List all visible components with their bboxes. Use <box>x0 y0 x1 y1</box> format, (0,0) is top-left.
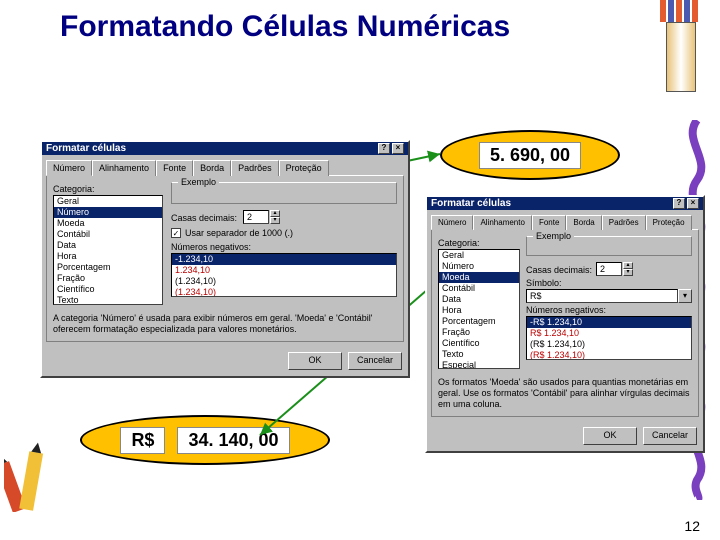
category-item[interactable]: Contábil <box>54 229 162 240</box>
label-categoria: Categoria: <box>438 238 520 248</box>
category-item[interactable]: Número <box>54 207 162 218</box>
group-exemplo: Exemplo <box>526 236 692 256</box>
dialog-title: Formatar células <box>431 198 511 209</box>
casas-decimais-input[interactable]: 2 <box>243 210 269 224</box>
category-item[interactable]: Científico <box>54 284 162 295</box>
cancel-button[interactable]: Cancelar <box>643 427 697 445</box>
neg-item[interactable]: (R$ 1.234,10) <box>527 350 691 360</box>
help-button[interactable]: ? <box>378 143 390 154</box>
neg-item[interactable]: (R$ 1.234,10) <box>527 339 691 350</box>
category-item[interactable]: Hora <box>439 305 519 316</box>
spin-down-icon[interactable]: ▾ <box>270 217 280 224</box>
tab-numero[interactable]: Número <box>431 215 473 230</box>
tab-protecao[interactable]: Proteção <box>279 160 329 176</box>
category-item[interactable]: Geral <box>439 250 519 261</box>
category-item[interactable]: Porcentagem <box>54 262 162 273</box>
label-simbolo: Símbolo: <box>526 278 692 288</box>
label-casasdec: Casas decimais: <box>171 213 237 223</box>
tab-borda[interactable]: Borda <box>193 160 231 176</box>
titlebar[interactable]: Formatar células ? × <box>42 142 408 155</box>
neg-item[interactable]: -1.234,10 <box>172 254 396 265</box>
category-item[interactable]: Texto <box>54 295 162 305</box>
category-item[interactable]: Fração <box>439 327 519 338</box>
close-button[interactable]: × <box>687 198 699 209</box>
page-title: Formatando Células Numéricas <box>60 10 510 44</box>
tab-padroes[interactable]: Padrões <box>231 160 279 176</box>
category-item[interactable]: Fração <box>54 273 162 284</box>
category-item[interactable]: Texto <box>439 349 519 360</box>
category-item[interactable]: Número <box>439 261 519 272</box>
checkbox-separador-label: Usar separador de 1000 (.) <box>185 228 293 238</box>
help-button[interactable]: ? <box>673 198 685 209</box>
tab-alinhamento[interactable]: Alinhamento <box>473 215 531 230</box>
category-item[interactable]: Data <box>54 240 162 251</box>
titlebar[interactable]: Formatar células ? × <box>427 197 703 210</box>
neg-item[interactable]: -R$ 1.234,10 <box>527 317 691 328</box>
tab-borda[interactable]: Borda <box>566 215 601 230</box>
crayons-top-icon <box>660 0 700 90</box>
category-list[interactable]: Geral Número Moeda Contábil Data Hora Po… <box>53 195 163 305</box>
callout-numero-value: 5. 690, 00 <box>479 142 581 169</box>
neg-item[interactable]: 1.234,10 <box>172 265 396 276</box>
description: A categoria 'Número' é usada para exibir… <box>53 313 397 335</box>
label-neg: Números negativos: <box>171 242 397 252</box>
dialog-title: Formatar células <box>46 143 126 154</box>
checkbox-separador[interactable]: ✓ <box>171 228 181 238</box>
callout-moeda-value: 34. 140, 00 <box>177 427 289 454</box>
callout-numero: 5. 690, 00 <box>440 130 620 180</box>
category-item[interactable]: Contábil <box>439 283 519 294</box>
category-item[interactable]: Hora <box>54 251 162 262</box>
tab-padroes[interactable]: Padrões <box>602 215 646 230</box>
label-neg: Números negativos: <box>526 305 692 315</box>
close-button[interactable]: × <box>392 143 404 154</box>
page-number: 12 <box>684 518 700 534</box>
category-item[interactable]: Moeda <box>439 272 519 283</box>
negativos-list[interactable]: -R$ 1.234,10 R$ 1.234,10 (R$ 1.234,10) (… <box>526 316 692 360</box>
label-categoria: Categoria: <box>53 184 163 194</box>
tabs: Número Alinhamento Fonte Borda Padrões P… <box>46 159 404 175</box>
group-exemplo-title: Exemplo <box>178 177 219 187</box>
tab-numero[interactable]: Número <box>46 160 92 176</box>
category-item[interactable]: Científico <box>439 338 519 349</box>
simbolo-input[interactable]: R$ <box>526 289 678 303</box>
category-item[interactable]: Geral <box>54 196 162 207</box>
tab-fonte[interactable]: Fonte <box>532 215 566 230</box>
tab-fonte[interactable]: Fonte <box>156 160 193 176</box>
tab-protecao[interactable]: Proteção <box>646 215 692 230</box>
tab-alinhamento[interactable]: Alinhamento <box>92 160 156 176</box>
cancel-button[interactable]: Cancelar <box>348 352 402 370</box>
casas-decimais-input[interactable]: 2 <box>596 262 622 276</box>
dialog-formatar-moeda: Formatar células ? × Número Alinhamento … <box>425 195 705 453</box>
category-list[interactable]: Geral Número Moeda Contábil Data Hora Po… <box>438 249 520 369</box>
category-item[interactable]: Data <box>439 294 519 305</box>
group-exemplo: Exemplo <box>171 182 397 204</box>
tabs: Número Alinhamento Fonte Borda Padrões P… <box>431 214 699 229</box>
dialog-formatar-numero: Formatar células ? × Número Alinhamento … <box>40 140 410 378</box>
neg-item[interactable]: (1.234,10) <box>172 287 396 297</box>
crayons-bottom-icon <box>4 422 64 512</box>
ok-button[interactable]: OK <box>288 352 342 370</box>
label-casasdec: Casas decimais: <box>526 265 592 275</box>
spin-up-icon[interactable]: ▴ <box>270 210 280 217</box>
group-exemplo-title: Exemplo <box>533 231 574 241</box>
callout-moeda-prefix: R$ <box>120 427 165 454</box>
category-item[interactable]: Moeda <box>54 218 162 229</box>
spin-up-icon[interactable]: ▴ <box>623 262 633 269</box>
description: Os formatos 'Moeda' são usados para quan… <box>438 377 692 410</box>
ok-button[interactable]: OK <box>583 427 637 445</box>
category-item[interactable]: Especial <box>439 360 519 369</box>
category-item[interactable]: Porcentagem <box>439 316 519 327</box>
chevron-down-icon[interactable]: ▾ <box>678 289 692 303</box>
neg-item[interactable]: (1.234,10) <box>172 276 396 287</box>
negativos-list[interactable]: -1.234,10 1.234,10 (1.234,10) (1.234,10) <box>171 253 397 297</box>
neg-item[interactable]: R$ 1.234,10 <box>527 328 691 339</box>
spin-down-icon[interactable]: ▾ <box>623 269 633 276</box>
callout-moeda: R$ 34. 140, 00 <box>80 415 330 465</box>
